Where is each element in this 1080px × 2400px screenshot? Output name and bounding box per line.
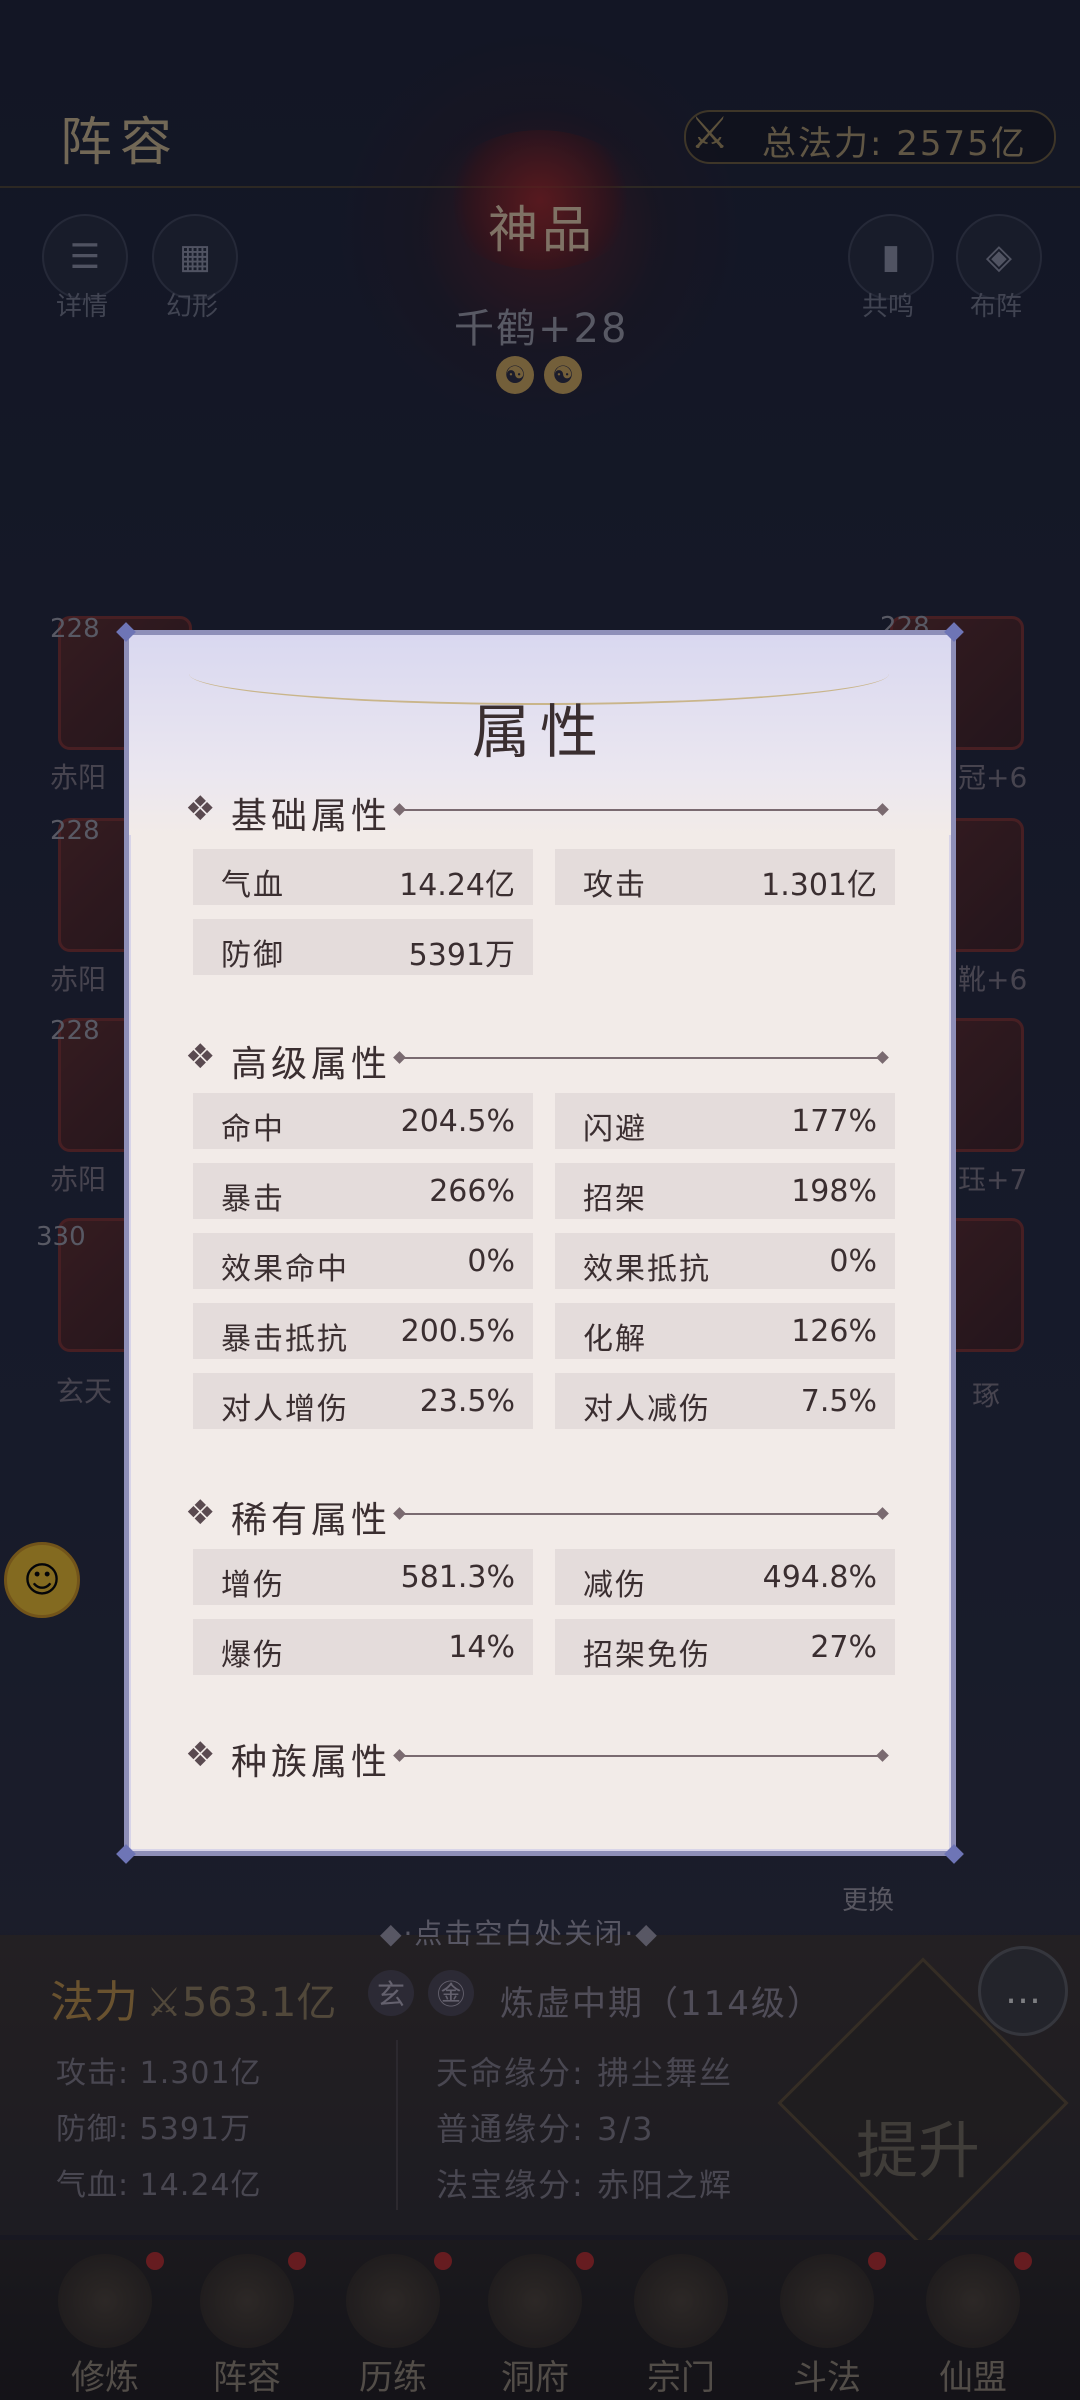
modal-title: 属性 — [471, 698, 608, 766]
stat-cell: 气血 14.24亿 — [193, 849, 533, 905]
stat-name: 暴击抵抗 — [221, 1322, 349, 1357]
stat-value: 0% — [829, 1244, 877, 1279]
stat-cell: 暴击 266% — [193, 1163, 533, 1219]
section-advanced: ❖ 高级属性 — [185, 1033, 897, 1085]
diamond-icon: ❖ — [185, 1493, 216, 1533]
section-rare: ❖ 稀有属性 — [185, 1489, 897, 1541]
stat-cell: 招架免伤 27% — [555, 1619, 895, 1675]
stat-value: 177% — [791, 1104, 877, 1139]
stat-value: 1.301亿 — [761, 868, 877, 903]
stat-name: 攻击 — [583, 868, 647, 903]
stat-name: 效果抵抗 — [583, 1252, 711, 1287]
stat-name: 闪避 — [583, 1112, 647, 1147]
stat-value: 126% — [791, 1314, 877, 1349]
stat-value: 23.5% — [419, 1384, 515, 1419]
stat-cell: 化解 126% — [555, 1303, 895, 1359]
stat-cell: 命中 204.5% — [193, 1093, 533, 1149]
section-title: 稀有属性 — [231, 1500, 392, 1541]
stat-name: 暴击 — [221, 1182, 285, 1217]
stat-value: 200.5% — [400, 1314, 515, 1349]
stat-name: 对人增伤 — [221, 1392, 349, 1427]
stat-name: 命中 — [221, 1112, 285, 1147]
diamond-icon: ❖ — [185, 1037, 216, 1077]
stat-value: 494.8% — [762, 1560, 877, 1595]
section-divider — [399, 1513, 883, 1515]
stat-cell: 攻击 1.301亿 — [555, 849, 895, 905]
stat-value: 14.24亿 — [399, 868, 515, 903]
stat-name: 效果命中 — [221, 1252, 349, 1287]
section-divider — [399, 809, 883, 811]
stat-name: 气血 — [221, 868, 285, 903]
stat-name: 增伤 — [221, 1568, 285, 1603]
stat-name: 对人减伤 — [583, 1392, 711, 1427]
stat-cell: 对人减伤 7.5% — [555, 1373, 895, 1429]
stat-name: 减伤 — [583, 1568, 647, 1603]
stat-cell: 招架 198% — [555, 1163, 895, 1219]
section-divider — [399, 1057, 883, 1059]
stat-cell: 减伤 494.8% — [555, 1549, 895, 1605]
stat-cell: 防御 5391万 — [193, 919, 533, 975]
stat-value: 581.3% — [400, 1560, 515, 1595]
stat-value: 14% — [448, 1630, 515, 1665]
section-title: 种族属性 — [231, 1742, 392, 1783]
stat-cell: 效果抵抗 0% — [555, 1233, 895, 1289]
section-race: ❖ 种族属性 — [185, 1731, 897, 1783]
diamond-icon: ❖ — [185, 789, 216, 829]
stat-cell: 增伤 581.3% — [193, 1549, 533, 1605]
stat-name: 招架免伤 — [583, 1638, 711, 1673]
stat-value: 198% — [791, 1174, 877, 1209]
stat-cell: 爆伤 14% — [193, 1619, 533, 1675]
section-title: 高级属性 — [231, 1044, 392, 1085]
stat-cell: 闪避 177% — [555, 1093, 895, 1149]
stat-value: 7.5% — [800, 1384, 877, 1419]
stat-value: 266% — [429, 1174, 515, 1209]
section-basic: ❖ 基础属性 — [185, 785, 897, 837]
stat-name: 招架 — [583, 1182, 647, 1217]
section-title: 基础属性 — [231, 796, 392, 837]
stat-name: 爆伤 — [221, 1638, 285, 1673]
diamond-icon: ❖ — [185, 1735, 216, 1775]
stat-value: 204.5% — [400, 1104, 515, 1139]
stat-value: 5391万 — [408, 938, 515, 973]
stat-name: 防御 — [221, 938, 285, 973]
stat-value: 0% — [467, 1244, 515, 1279]
stat-cell: 效果命中 0% — [193, 1233, 533, 1289]
stat-name: 化解 — [583, 1322, 647, 1357]
attributes-modal: 属性 ❖ 基础属性 气血 14.24亿 攻击 1.301亿 防御 5391万 ❖… — [116, 622, 964, 1864]
stat-value: 27% — [810, 1630, 877, 1665]
stat-cell: 暴击抵抗 200.5% — [193, 1303, 533, 1359]
section-divider — [399, 1755, 883, 1757]
stat-cell: 对人增伤 23.5% — [193, 1373, 533, 1429]
